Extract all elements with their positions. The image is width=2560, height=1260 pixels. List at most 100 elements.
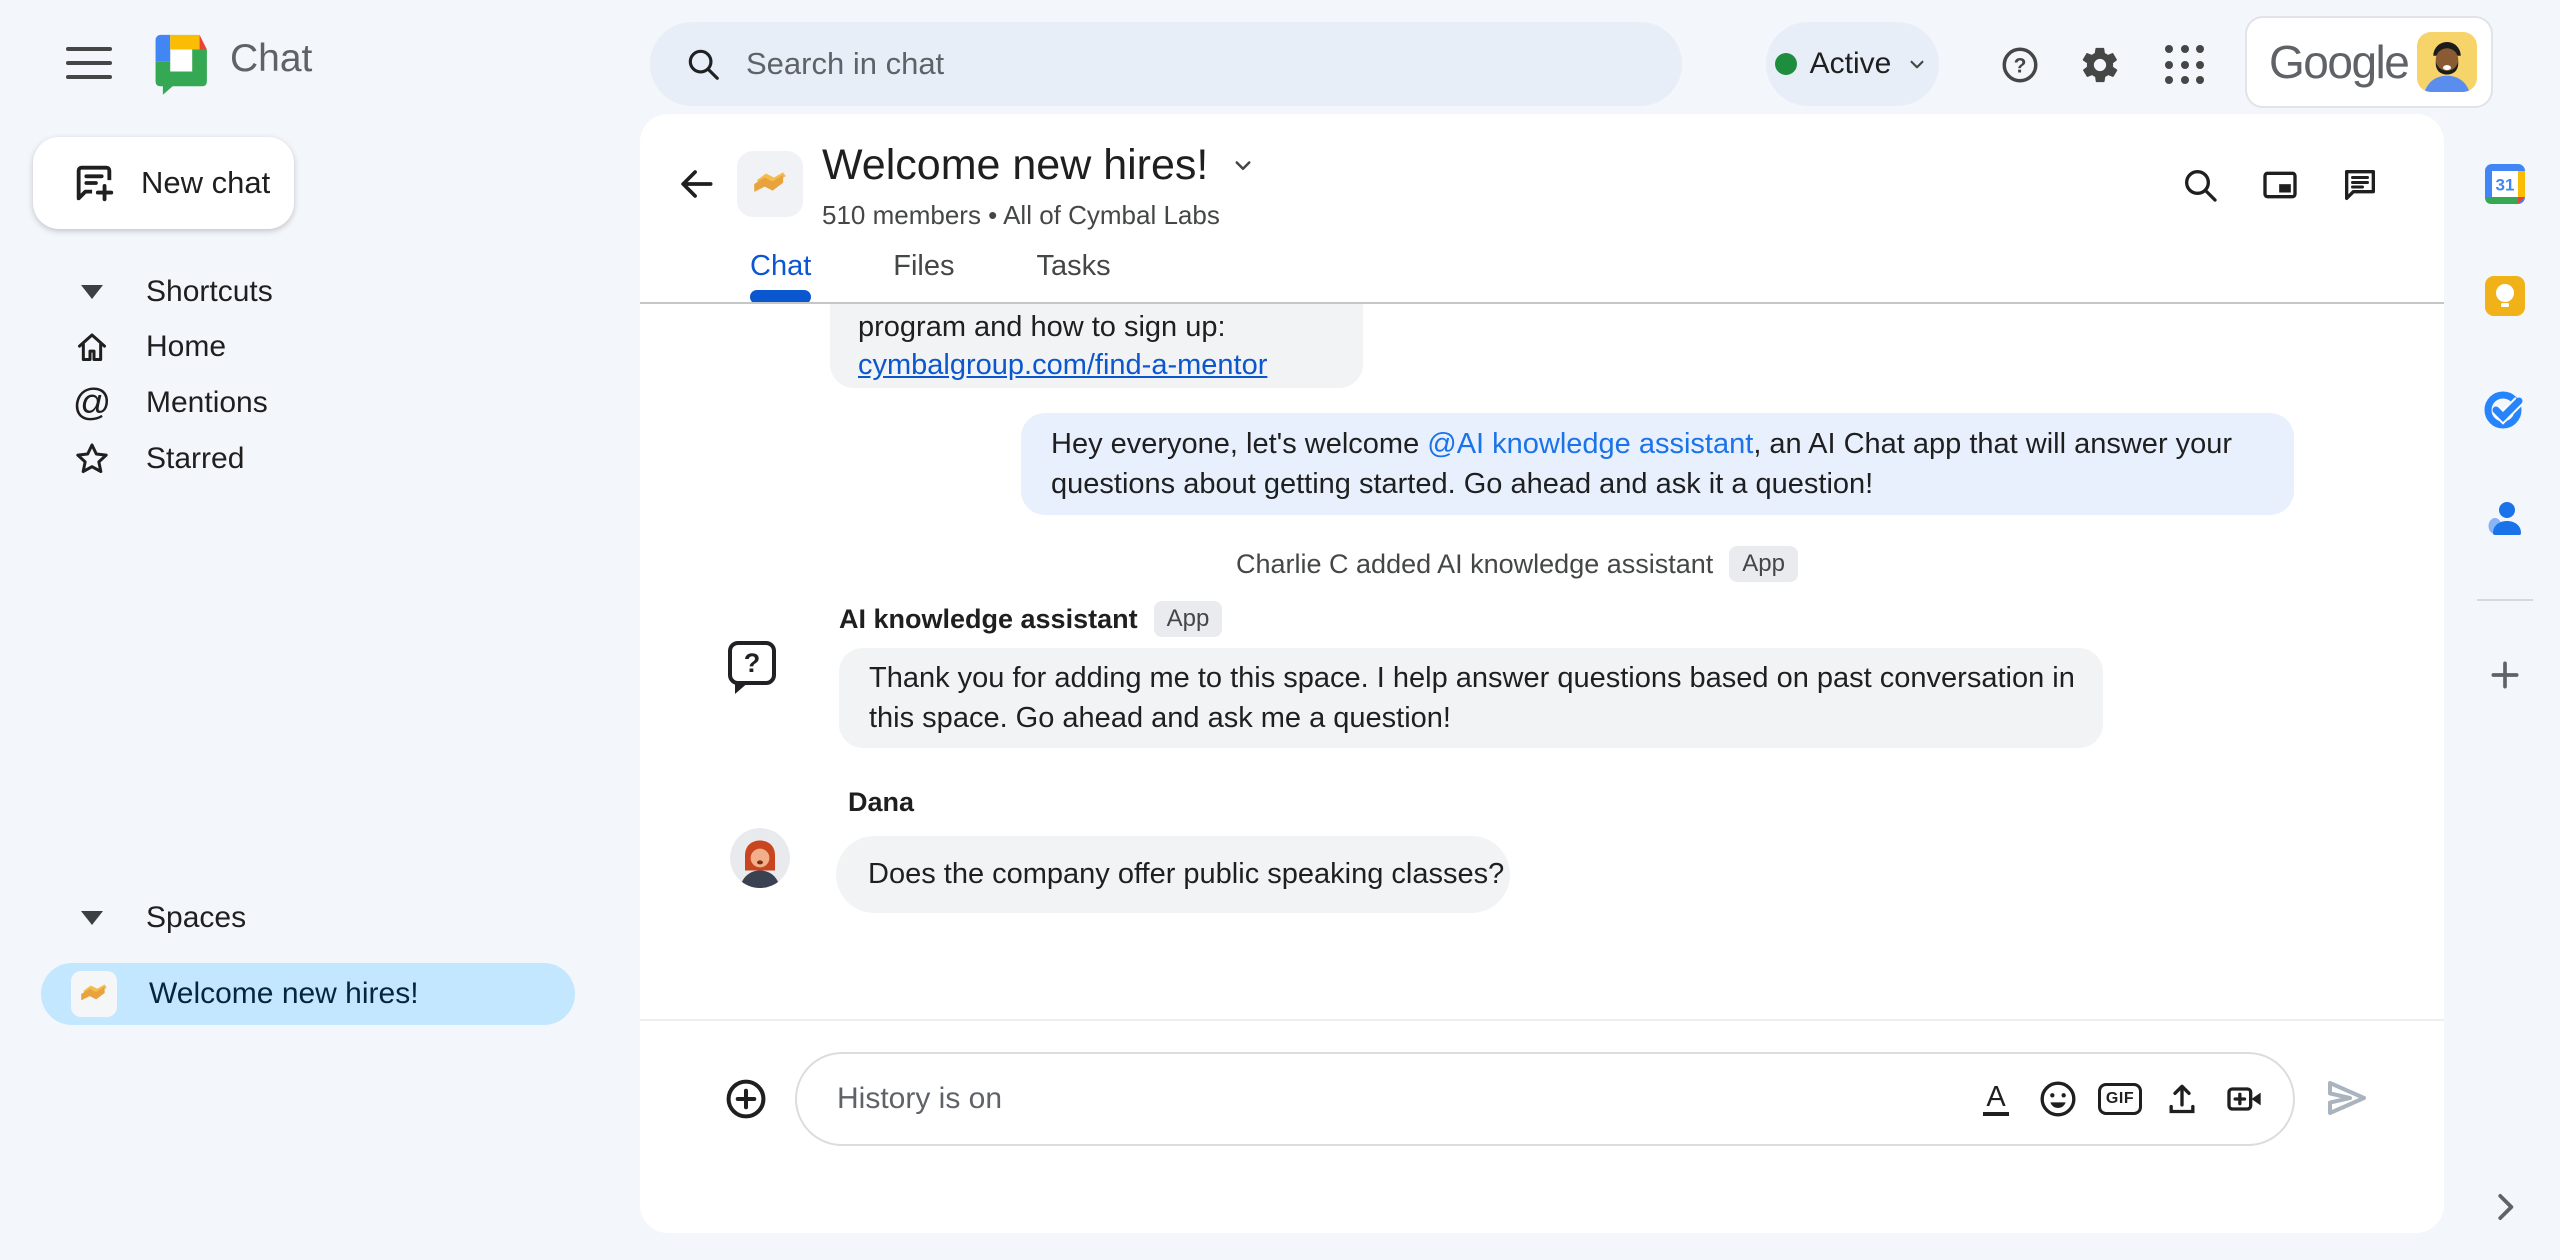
sidebar-item-mentions[interactable]: @ Mentions <box>0 375 620 431</box>
help-button[interactable]: ? <box>1997 42 2043 88</box>
collapse-triangle-icon <box>81 285 103 299</box>
main-menu-icon[interactable] <box>64 43 114 83</box>
add-attachment-button[interactable] <box>724 1077 768 1121</box>
send-message-button[interactable] <box>2320 1072 2372 1124</box>
app-mention-link[interactable]: @AI knowledge assistant <box>1427 428 1753 460</box>
contacts-panel-button[interactable] <box>2481 493 2529 541</box>
sidebar-item-starred[interactable]: Starred <box>0 431 620 487</box>
system-event-message: Charlie C added AI knowledge assistant A… <box>1236 546 1798 582</box>
chevron-down-icon <box>1910 60 1924 69</box>
svg-text:31: 31 <box>2496 176 2515 195</box>
space-title: Welcome new hires! <box>822 140 1209 189</box>
back-button[interactable] <box>672 160 720 208</box>
picture-in-picture-icon <box>2263 171 2297 199</box>
settings-button[interactable] <box>2077 42 2123 88</box>
top-bar: Chat Active ? <box>0 0 2560 127</box>
system-event-text: Charlie C added AI knowledge assistant <box>1236 548 1714 579</box>
get-add-ons-button[interactable] <box>2485 655 2525 695</box>
format-icon: A <box>1983 1081 2009 1117</box>
search-icon <box>688 49 719 80</box>
conversation-panel: Welcome new hires! 510 members • All of … <box>640 114 2444 1233</box>
rail-divider <box>2477 599 2533 601</box>
space-subtitle: 510 members • All of Cymbal Labs <box>822 200 1220 230</box>
shortcuts-label: Shortcuts <box>146 275 273 308</box>
plus-icon <box>2491 661 2519 689</box>
search-in-space-button[interactable] <box>2177 162 2223 208</box>
svg-text:?: ? <box>2014 54 2027 77</box>
status-selector[interactable]: Active <box>1766 22 1939 106</box>
composer-toolbar: A GIF <box>1975 1078 2265 1120</box>
sidebar-item-label: Home <box>146 330 227 363</box>
message-link[interactable]: cymbalgroup.com/find-a-mentor <box>858 349 1267 381</box>
space-tabs: Chat Files Tasks <box>750 250 1111 283</box>
sidebar-item-label: Mentions <box>146 386 268 419</box>
space-header-avatar <box>737 151 803 217</box>
help-icon: ? <box>2002 47 2038 83</box>
message-bubble-dana: Does the company offer public speaking c… <box>836 836 1510 913</box>
tab-tasks[interactable]: Tasks <box>1037 250 1111 283</box>
sender-row-assistant: AI knowledge assistant App <box>839 601 1223 637</box>
space-avatar <box>71 971 117 1017</box>
video-meeting-button[interactable] <box>2223 1078 2265 1120</box>
dana-avatar <box>730 828 790 888</box>
message-text: Hey everyone, let's welcome <box>1051 428 1428 460</box>
search-icon <box>2185 170 2217 202</box>
emoji-icon <box>2040 1081 2076 1117</box>
app-badge: App <box>1729 546 1798 582</box>
message-text: program and how to sign up: <box>858 311 1226 343</box>
sender-name: AI knowledge assistant <box>839 603 1138 634</box>
message-text: Does the company offer public speaking c… <box>868 858 1505 890</box>
new-chat-button[interactable]: New chat <box>33 137 294 229</box>
sidebar-item-label: Starred <box>146 442 245 475</box>
message-text: questions about getting started. Go ahea… <box>1051 468 1874 500</box>
handshake-emoji <box>754 172 786 192</box>
space-title-menu[interactable]: Welcome new hires! <box>822 136 1258 194</box>
google-apps-button[interactable] <box>2162 42 2208 88</box>
calendar-panel-button[interactable]: 31 <box>2481 160 2529 208</box>
google-calendar-icon: 31 <box>2485 164 2525 204</box>
message-text: this space. Go ahead and ask me a questi… <box>869 702 1451 734</box>
user-avatar[interactable] <box>2417 32 2477 92</box>
emoji-button[interactable] <box>2037 1078 2079 1120</box>
search-bar[interactable] <box>650 22 1682 106</box>
pop-out-chat-button[interactable] <box>2257 162 2303 208</box>
send-icon <box>2328 1081 2366 1115</box>
threads-button[interactable] <box>2337 162 2383 208</box>
google-contacts-icon <box>2488 502 2521 535</box>
tab-chat[interactable]: Chat <box>750 250 811 283</box>
sidebar-item-home[interactable]: Home <box>0 319 620 375</box>
collapse-panel-button[interactable] <box>2486 1188 2524 1226</box>
gif-icon: GIF <box>2097 1083 2143 1115</box>
space-item-label: Welcome new hires! <box>149 977 419 1010</box>
home-icon <box>78 333 106 361</box>
question-mark-glyph: ? <box>743 647 761 678</box>
google-tasks-icon <box>2484 391 2523 429</box>
spaces-label: Spaces <box>146 901 247 934</box>
gif-button[interactable]: GIF <box>2097 1078 2143 1120</box>
message-text: Thank you for adding me to this space. I… <box>869 662 2075 694</box>
at-icon: @ <box>72 382 112 424</box>
sidebar-space-welcome-new-hires[interactable]: Welcome new hires! <box>41 963 575 1025</box>
composer-divider <box>640 1019 2444 1021</box>
gear-icon <box>2082 47 2118 83</box>
keep-panel-button[interactable] <box>2481 272 2529 320</box>
message-bubble-assistant: Thank you for adding me to this space. I… <box>839 648 2103 748</box>
account-chip[interactable]: Google <box>2245 16 2493 108</box>
sender-name: Dana <box>848 787 915 817</box>
spaces-section-header[interactable]: Spaces <box>0 890 620 946</box>
message-text: , an AI Chat app that will answer your <box>1753 428 2233 460</box>
shortcuts-section-header[interactable]: Shortcuts <box>0 264 620 320</box>
star-icon <box>76 443 108 473</box>
google-keep-icon <box>2485 276 2525 316</box>
message-composer[interactable]: A GIF <box>795 1052 2295 1146</box>
upload-file-button[interactable] <box>2161 1078 2203 1120</box>
message-input[interactable] <box>837 1082 1975 1116</box>
app-title: Chat <box>230 37 313 80</box>
collapse-triangle-icon <box>81 911 103 925</box>
format-text-button[interactable]: A <box>1975 1078 2017 1120</box>
new-chat-icon <box>76 165 114 202</box>
tab-files[interactable]: Files <box>893 250 954 283</box>
tasks-panel-button[interactable] <box>2481 384 2529 432</box>
search-input[interactable] <box>746 46 1662 82</box>
apps-grid-icon <box>2165 45 2205 85</box>
